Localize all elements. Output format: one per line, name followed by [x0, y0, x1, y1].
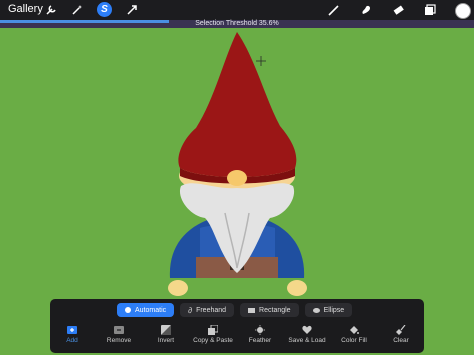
mode-label: Rectangle	[259, 306, 291, 314]
action-label: Remove	[106, 337, 132, 344]
eraser-icon[interactable]	[391, 3, 405, 17]
gnome-nose	[227, 170, 247, 186]
rectangle-icon	[248, 307, 256, 313]
gallery-button[interactable]: Gallery	[8, 3, 43, 15]
invert-button[interactable]: Invert	[141, 325, 191, 344]
selection-tool-button[interactable]: S	[97, 2, 112, 17]
clear-button[interactable]: Clear	[376, 325, 426, 344]
action-label: Add	[66, 337, 78, 344]
color-fill-button[interactable]: Color Fill	[329, 325, 379, 344]
wrench-icon[interactable]	[44, 3, 58, 17]
selection-icon: S	[101, 3, 108, 15]
mode-label: Ellipse	[323, 306, 345, 314]
mode-automatic[interactable]: Automatic	[117, 303, 175, 317]
threshold-label: Selection Threshold 35.6%	[195, 20, 279, 27]
gnome-left-hand	[168, 280, 188, 296]
ellipse-icon	[312, 307, 320, 313]
action-label: Clear	[393, 337, 409, 344]
feather-button[interactable]: Feather	[235, 325, 285, 344]
selection-actions: Add Remove Invert Copy & Paste Feather S…	[50, 325, 424, 351]
selection-mode-row: Automatic ∂ Freehand Rectangle Ellipse	[117, 303, 353, 317]
save-load-button[interactable]: Save & Load	[282, 325, 332, 344]
brush-icon[interactable]	[327, 3, 341, 17]
add-icon	[67, 325, 77, 335]
action-label: Save & Load	[288, 337, 326, 344]
copy-paste-button[interactable]: Copy & Paste	[188, 325, 238, 344]
action-label: Invert	[157, 337, 175, 344]
invert-icon	[161, 325, 171, 335]
dot-icon	[125, 307, 131, 313]
color-fill-icon	[349, 325, 359, 335]
magic-wand-icon[interactable]	[70, 3, 84, 17]
add-button[interactable]: Add	[47, 325, 97, 344]
color-swatch[interactable]	[455, 3, 471, 19]
selection-panel: Automatic ∂ Freehand Rectangle Ellipse A…	[50, 299, 424, 353]
layers-icon[interactable]	[423, 3, 437, 17]
mode-freehand[interactable]: ∂ Freehand	[180, 303, 235, 317]
selection-threshold-bar[interactable]: Selection Threshold 35.6%	[0, 20, 474, 28]
freehand-icon: ∂	[188, 305, 193, 315]
broom-icon	[396, 325, 406, 335]
smudge-icon[interactable]	[359, 3, 373, 17]
action-label: Feather	[248, 337, 272, 344]
remove-icon	[114, 325, 124, 335]
mode-ellipse[interactable]: Ellipse	[304, 303, 353, 317]
feather-icon	[255, 325, 265, 335]
mode-label: Freehand	[196, 306, 227, 314]
transform-icon[interactable]	[125, 3, 139, 17]
copy-paste-icon	[208, 325, 218, 335]
remove-button[interactable]: Remove	[94, 325, 144, 344]
action-label: Copy & Paste	[193, 337, 233, 344]
mode-label: Automatic	[135, 306, 167, 314]
mode-rectangle[interactable]: Rectangle	[240, 303, 299, 317]
gnome-right-hand	[287, 280, 307, 296]
top-toolbar: Gallery S	[0, 0, 474, 20]
heart-icon	[302, 325, 312, 335]
action-label: Color Fill	[341, 337, 367, 344]
